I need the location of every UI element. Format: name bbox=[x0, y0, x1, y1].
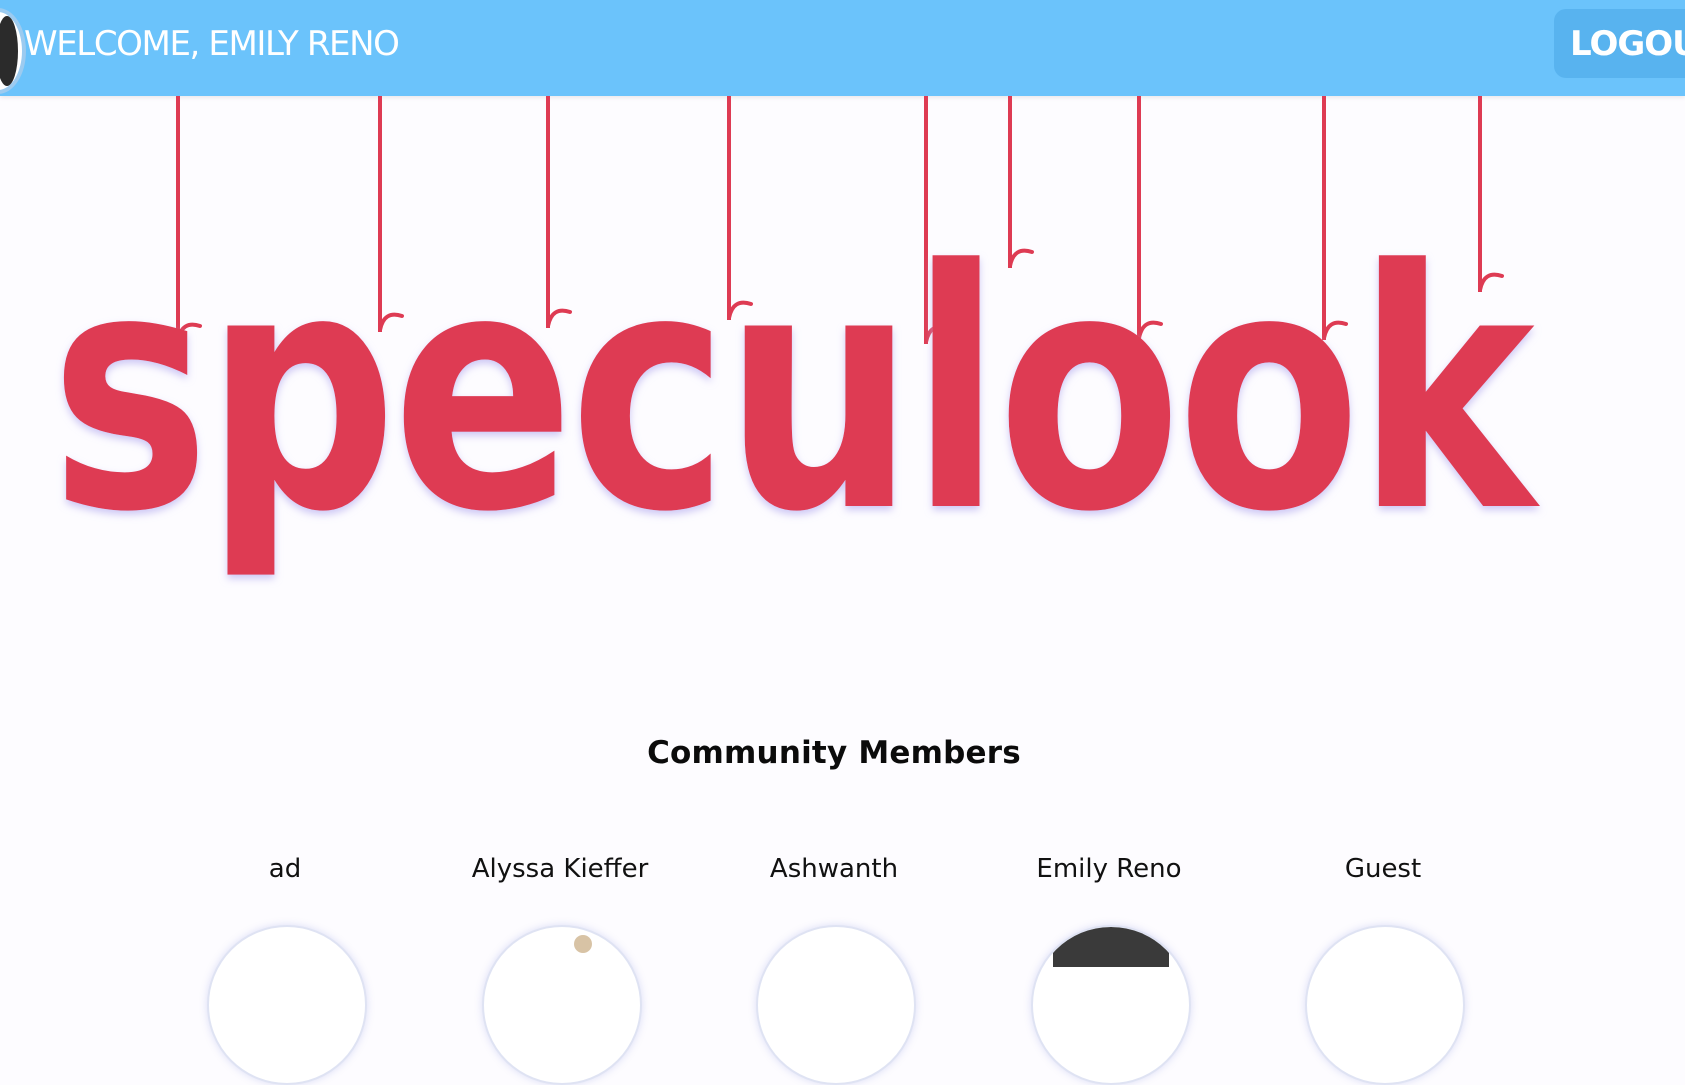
member-name: Alyssa Kieffer bbox=[471, 854, 649, 884]
avatar-icon[interactable] bbox=[207, 925, 367, 1085]
top-navigation-bar: WELCOME, EMILY RENO LOGOUT bbox=[0, 0, 1685, 96]
member-name: ad bbox=[268, 854, 302, 884]
photo-avatar[interactable] bbox=[1031, 925, 1191, 1085]
member-card[interactable]: Alyssa Kieffer bbox=[440, 850, 680, 1085]
logo-wordmark: speculook bbox=[50, 200, 1541, 584]
welcome-message: WELCOME, EMILY RENO bbox=[24, 24, 400, 64]
avatar-icon[interactable] bbox=[1305, 925, 1465, 1085]
member-name: Ashwanth bbox=[769, 854, 899, 884]
speculook-logo: speculook bbox=[50, 96, 1547, 584]
avatar-photo bbox=[0, 16, 18, 86]
avatar-icon[interactable] bbox=[756, 925, 916, 1085]
member-card[interactable]: ad bbox=[165, 850, 405, 1085]
community-members-list: ad Alyssa Kieffer Ashwanth Emily Reno Gu… bbox=[0, 850, 1685, 1085]
member-name: Emily Reno bbox=[1036, 854, 1182, 884]
member-card[interactable]: Emily Reno bbox=[989, 850, 1229, 1085]
member-card[interactable]: Guest bbox=[1263, 850, 1503, 1085]
community-members-heading: Community Members bbox=[647, 735, 1021, 771]
avatar-photo bbox=[1053, 927, 1169, 967]
member-card[interactable]: Ashwanth bbox=[714, 850, 954, 1085]
logout-button[interactable]: LOGOUT bbox=[1554, 9, 1685, 78]
member-name: Guest bbox=[1344, 854, 1422, 884]
photo-avatar[interactable] bbox=[482, 925, 642, 1085]
user-avatar[interactable] bbox=[0, 8, 26, 94]
avatar-photo bbox=[574, 935, 592, 953]
